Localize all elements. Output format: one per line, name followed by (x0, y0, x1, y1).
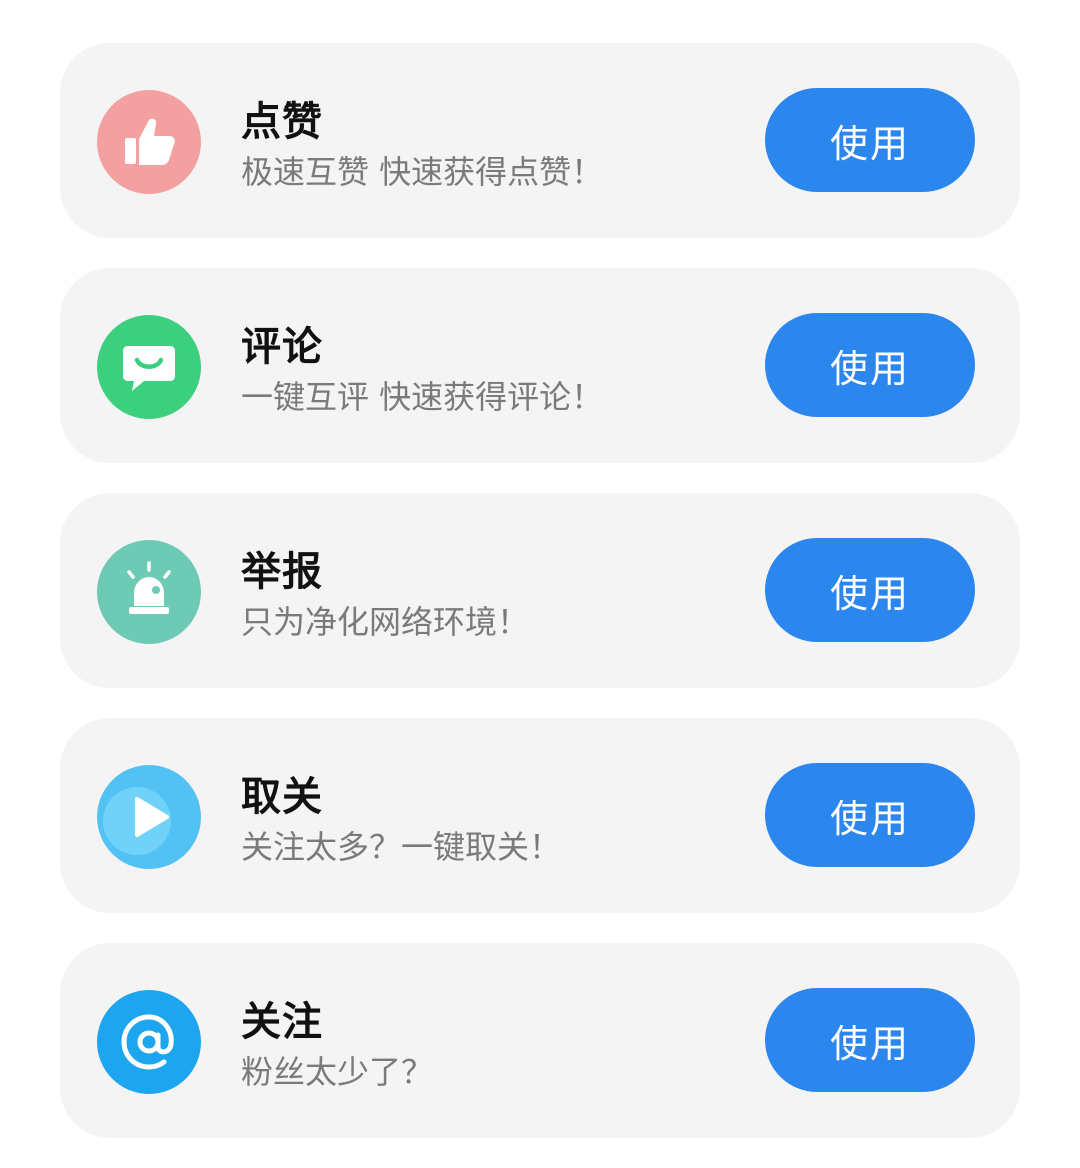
use-button-comment[interactable]: 使用 (765, 313, 975, 417)
feature-list: 点赞 极速互赞 快速获得点赞！ 使用 评论 一键互评 快速获得评论！ 使用 举报… (0, 0, 1080, 1168)
feature-subtitle: 粉丝太少了？ (241, 1053, 434, 1091)
alarm-siren-icon (97, 540, 201, 644)
thumbs-up-icon (97, 90, 201, 194)
feature-card-unfollow: 取关 关注太多？一键取关！ 使用 (60, 718, 1020, 913)
feature-title: 取关 (241, 774, 323, 820)
feature-card-like: 点赞 极速互赞 快速获得点赞！ 使用 (60, 43, 1020, 238)
at-sign-icon (97, 990, 201, 1094)
feature-subtitle: 关注太多？一键取关！ (241, 828, 562, 866)
play-icon (97, 765, 201, 869)
feature-subtitle: 极速互赞 快速获得点赞！ (241, 153, 604, 191)
feature-card-report: 举报 只为净化网络环境！ 使用 (60, 493, 1020, 688)
feature-title: 评论 (241, 324, 323, 370)
feature-title: 举报 (241, 549, 323, 595)
feature-card-comment: 评论 一键互评 快速获得评论！ 使用 (60, 268, 1020, 463)
use-button-unfollow[interactable]: 使用 (765, 763, 975, 867)
comment-bubble-icon (97, 315, 201, 419)
feature-subtitle: 只为净化网络环境！ (241, 603, 530, 641)
feature-title: 关注 (241, 999, 323, 1045)
use-button-like[interactable]: 使用 (765, 88, 975, 192)
use-button-follow[interactable]: 使用 (765, 988, 975, 1092)
use-button-report[interactable]: 使用 (765, 538, 975, 642)
feature-card-follow: 关注 粉丝太少了？ 使用 (60, 943, 1020, 1138)
feature-subtitle: 一键互评 快速获得评论！ (241, 378, 604, 416)
feature-title: 点赞 (241, 99, 323, 145)
